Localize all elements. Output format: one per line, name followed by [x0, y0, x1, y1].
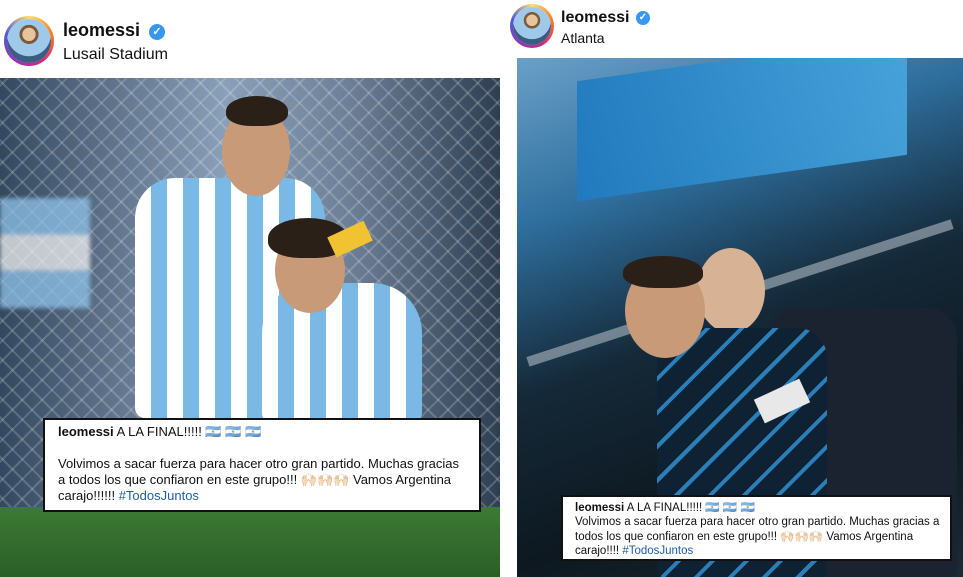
caption-headline: A LA FINAL!!!!! 🇦🇷 🇦🇷 🇦🇷	[626, 502, 755, 514]
caption-username[interactable]: leomessi	[575, 502, 624, 514]
official-head	[697, 248, 765, 333]
instagram-post-atlanta: leomessi ✓ Atlanta leomessi A LA FINAL!!…	[510, 0, 963, 577]
caption-body: Volvimos a sacar fuerza para hacer otro …	[575, 515, 945, 559]
caption-headline: A LA FINAL!!!!! 🇦🇷 🇦🇷 🇦🇷	[116, 424, 262, 439]
stadium-banner	[577, 58, 907, 202]
avatar[interactable]	[4, 16, 54, 66]
verified-badge-icon: ✓	[636, 11, 650, 25]
caption-first-line: leomessi A LA FINAL!!!!! 🇦🇷 🇦🇷 🇦🇷	[575, 500, 755, 514]
caption-first-line: leomessi A LA FINAL!!!!! 🇦🇷 🇦🇷 🇦🇷	[58, 424, 261, 440]
post-caption: leomessi A LA FINAL!!!!! 🇦🇷 🇦🇷 🇦🇷 Volvim…	[561, 495, 952, 561]
pitch-grass	[0, 507, 500, 577]
player-hair	[226, 96, 288, 126]
avatar[interactable]	[510, 4, 554, 48]
location[interactable]: Lusail Stadium	[63, 46, 168, 64]
caption-username[interactable]: leomessi	[58, 424, 114, 439]
flag-background	[0, 198, 90, 308]
caption-body: Volvimos a sacar fuerza para hacer otro …	[58, 456, 468, 504]
instagram-post-lusail: leomessi ✓ Lusail Stadium leomessi A LA …	[0, 0, 500, 577]
post-header: leomessi ✓ Lusail Stadium	[0, 0, 500, 78]
player-hair	[623, 256, 703, 288]
post-caption: leomessi A LA FINAL!!!!! 🇦🇷 🇦🇷 🇦🇷 Volvim…	[43, 418, 481, 512]
player-jersey	[262, 283, 422, 423]
location[interactable]: Atlanta	[561, 30, 605, 46]
verified-badge-icon: ✓	[149, 24, 165, 40]
hashtag-link[interactable]: #TodosJuntos	[622, 545, 693, 557]
hashtag-link[interactable]: #TodosJuntos	[119, 488, 199, 503]
username[interactable]: leomessi	[561, 9, 629, 27]
post-header: leomessi ✓ Atlanta	[510, 0, 963, 58]
username[interactable]: leomessi	[63, 20, 140, 41]
